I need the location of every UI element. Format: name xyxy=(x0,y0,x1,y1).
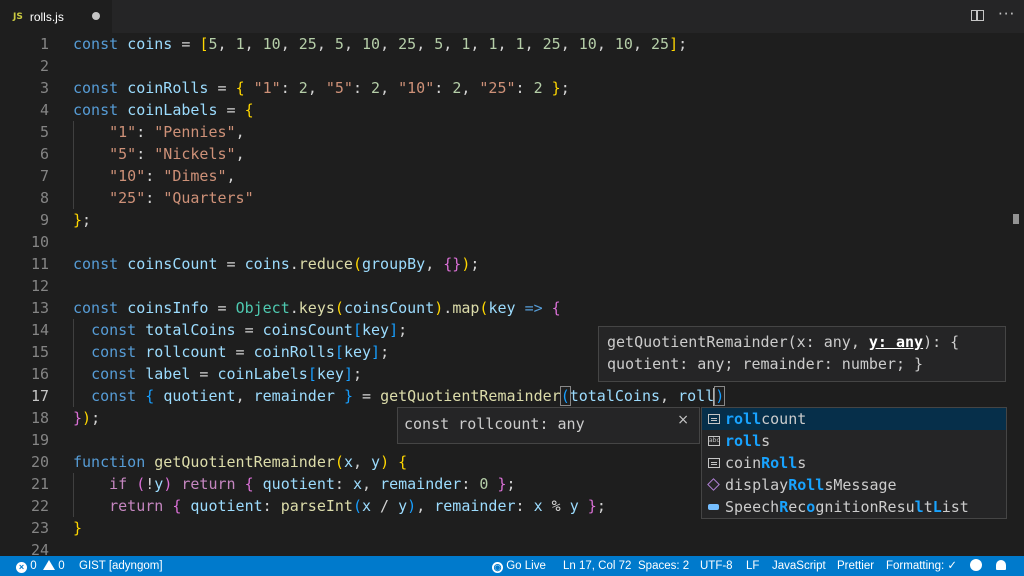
indentation-setting[interactable]: Spaces: 2 xyxy=(638,556,689,576)
suggestion-item[interactable]: rollcount xyxy=(702,408,1006,430)
cursor-position[interactable]: Ln 17, Col 72 xyxy=(563,556,631,576)
close-icon[interactable]: × xyxy=(677,409,689,431)
line-number: 23 xyxy=(30,519,49,537)
line-number: 18 xyxy=(30,409,49,427)
line-number: 14 xyxy=(30,321,49,339)
warning-icon xyxy=(43,560,55,570)
details-text: const rollcount: any xyxy=(404,415,585,433)
error-icon: × xyxy=(16,562,27,573)
line-number: 19 xyxy=(30,431,49,449)
overview-ruler-marker[interactable] xyxy=(1013,214,1019,224)
line-number: 16 xyxy=(30,365,49,383)
suggestion-item[interactable]: coinRolls xyxy=(702,452,1006,474)
autocomplete-list: rollcount abc rolls coinRolls displayRoll… xyxy=(701,407,1007,519)
prettier-status[interactable]: Prettier xyxy=(837,556,874,576)
tab-rolls-js[interactable]: JS rolls.js xyxy=(0,0,112,33)
line-number: 13 xyxy=(30,299,49,317)
go-live-button[interactable]: ◉ Go Live xyxy=(492,556,546,576)
variable-icon xyxy=(708,458,720,468)
line-number: 1 xyxy=(39,35,49,53)
line-number: 11 xyxy=(30,255,49,273)
split-editor-icon[interactable] xyxy=(971,10,984,21)
module-icon xyxy=(707,478,720,491)
line-number: 8 xyxy=(39,189,49,207)
line-number: 9 xyxy=(39,211,49,229)
suggestion-item[interactable]: displayRollsMessage xyxy=(702,474,1006,496)
tab-filename: rolls.js xyxy=(29,9,64,24)
more-actions-icon[interactable]: ··· xyxy=(998,5,1015,23)
status-bar: × 0 0 GIST [adyngom] ◉ Go Live Ln 17, Co… xyxy=(0,556,1024,576)
signature-return-line: quotient: any; remainder: number; } xyxy=(607,355,924,373)
line-number: 21 xyxy=(30,475,49,493)
line-number: 2 xyxy=(39,57,49,75)
signature-help-popup: getQuotientRemainder(x: any, y: any): { … xyxy=(598,326,1006,382)
line-number: 7 xyxy=(39,167,49,185)
line-number: 22 xyxy=(30,497,49,515)
language-mode[interactable]: JavaScript xyxy=(772,556,826,576)
eol-setting[interactable]: LF xyxy=(746,556,759,576)
line-number: 6 xyxy=(39,145,49,163)
line-number: 3 xyxy=(39,79,49,97)
line-number: 5 xyxy=(39,123,49,141)
line-number: 10 xyxy=(30,233,49,251)
line-number: 20 xyxy=(30,453,49,471)
notifications-bell-icon[interactable] xyxy=(996,556,1006,576)
line-number: 4 xyxy=(39,101,49,119)
suggestion-item[interactable]: SpeechRecognitionResultList xyxy=(702,496,1006,518)
feedback-smiley-icon[interactable] xyxy=(970,556,982,576)
active-parameter: y: any xyxy=(868,333,924,351)
line-number: 17 xyxy=(30,387,49,405)
class-icon xyxy=(708,504,719,510)
formatting-toggle[interactable]: Formatting: ✓ xyxy=(886,556,957,576)
variable-icon xyxy=(708,414,720,424)
tab-bar: JS rolls.js ··· xyxy=(0,0,1024,33)
line-number: 15 xyxy=(30,343,49,361)
problems-indicator[interactable]: × 0 0 xyxy=(16,556,65,576)
suggestion-details-popup: const rollcount: any × xyxy=(397,407,700,444)
broadcast-icon: ◉ xyxy=(492,562,503,573)
encoding-setting[interactable]: UTF-8 xyxy=(700,556,733,576)
text-icon: abc xyxy=(708,436,720,446)
suggestion-item[interactable]: abc rolls xyxy=(702,430,1006,452)
line-number: 12 xyxy=(30,277,49,295)
unsaved-dot-icon[interactable] xyxy=(92,12,100,20)
signature-line: getQuotientRemainder(x: any, y: any): { xyxy=(607,333,960,351)
javascript-file-icon: JS xyxy=(13,11,23,22)
gist-indicator[interactable]: GIST [adyngom] xyxy=(79,556,163,576)
